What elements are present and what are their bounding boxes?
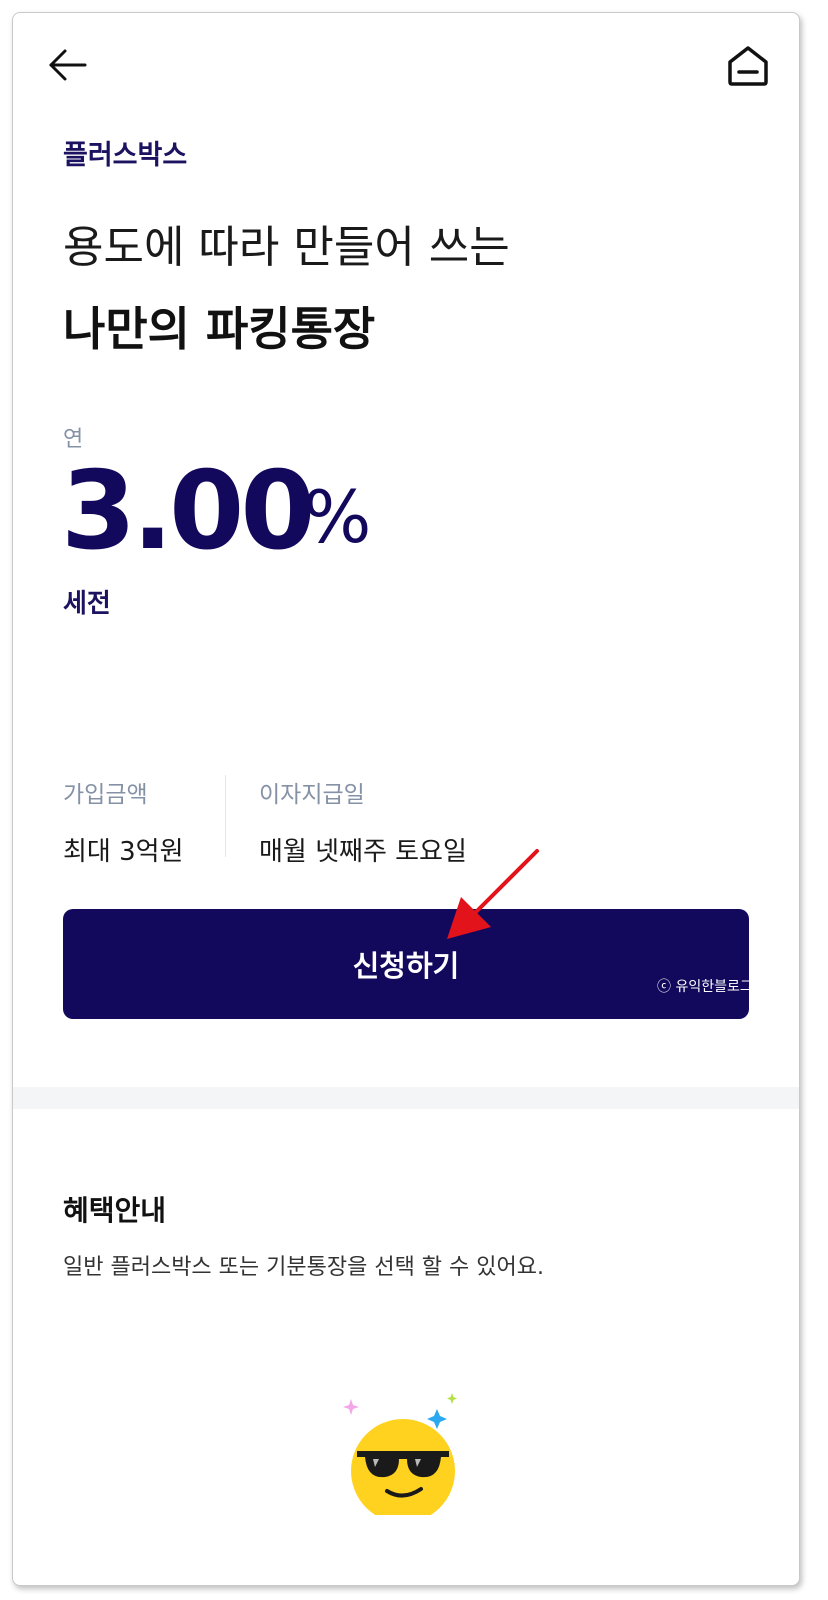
rate-suffix: 세전 xyxy=(63,589,111,619)
sunglasses-emoji-icon xyxy=(343,1393,457,1515)
headline-line-1: 용도에 따라 만들어 쓰는 xyxy=(63,222,510,273)
red-arrow-icon xyxy=(447,849,539,939)
apply-button-label: 신청하기 xyxy=(352,949,460,983)
home-icon[interactable] xyxy=(725,43,771,89)
interest-rate-value: 3.00 xyxy=(61,449,315,574)
section-divider xyxy=(13,1087,799,1109)
apply-button[interactable]: 신청하기 xyxy=(63,909,749,1019)
product-name: 플러스박스 xyxy=(63,140,188,171)
arrow-left-icon[interactable] xyxy=(45,43,89,87)
watermark-text: ⓒ 유익한블로그 xyxy=(657,979,753,995)
interest-date-label: 이자지급일 xyxy=(259,782,365,808)
top-bar xyxy=(13,13,799,123)
deposit-info: 가입금액 최대 3억원 xyxy=(63,775,184,868)
deposit-label: 가입금액 xyxy=(63,782,148,808)
info-divider xyxy=(225,775,226,857)
interest-rate-unit: % xyxy=(303,475,372,559)
deposit-value: 최대 3억원 xyxy=(63,837,184,867)
app-frame: 플러스박스 용도에 따라 만들어 쓰는 나만의 파킹통장 연 3.00 % 세전… xyxy=(12,12,800,1586)
benefits-description: 일반 플러스박스 또는 기분통장을 선택 할 수 있어요. xyxy=(63,1255,544,1280)
benefits-title: 혜택안내 xyxy=(63,1194,167,1227)
headline-line-2: 나만의 파킹통장 xyxy=(63,302,376,356)
